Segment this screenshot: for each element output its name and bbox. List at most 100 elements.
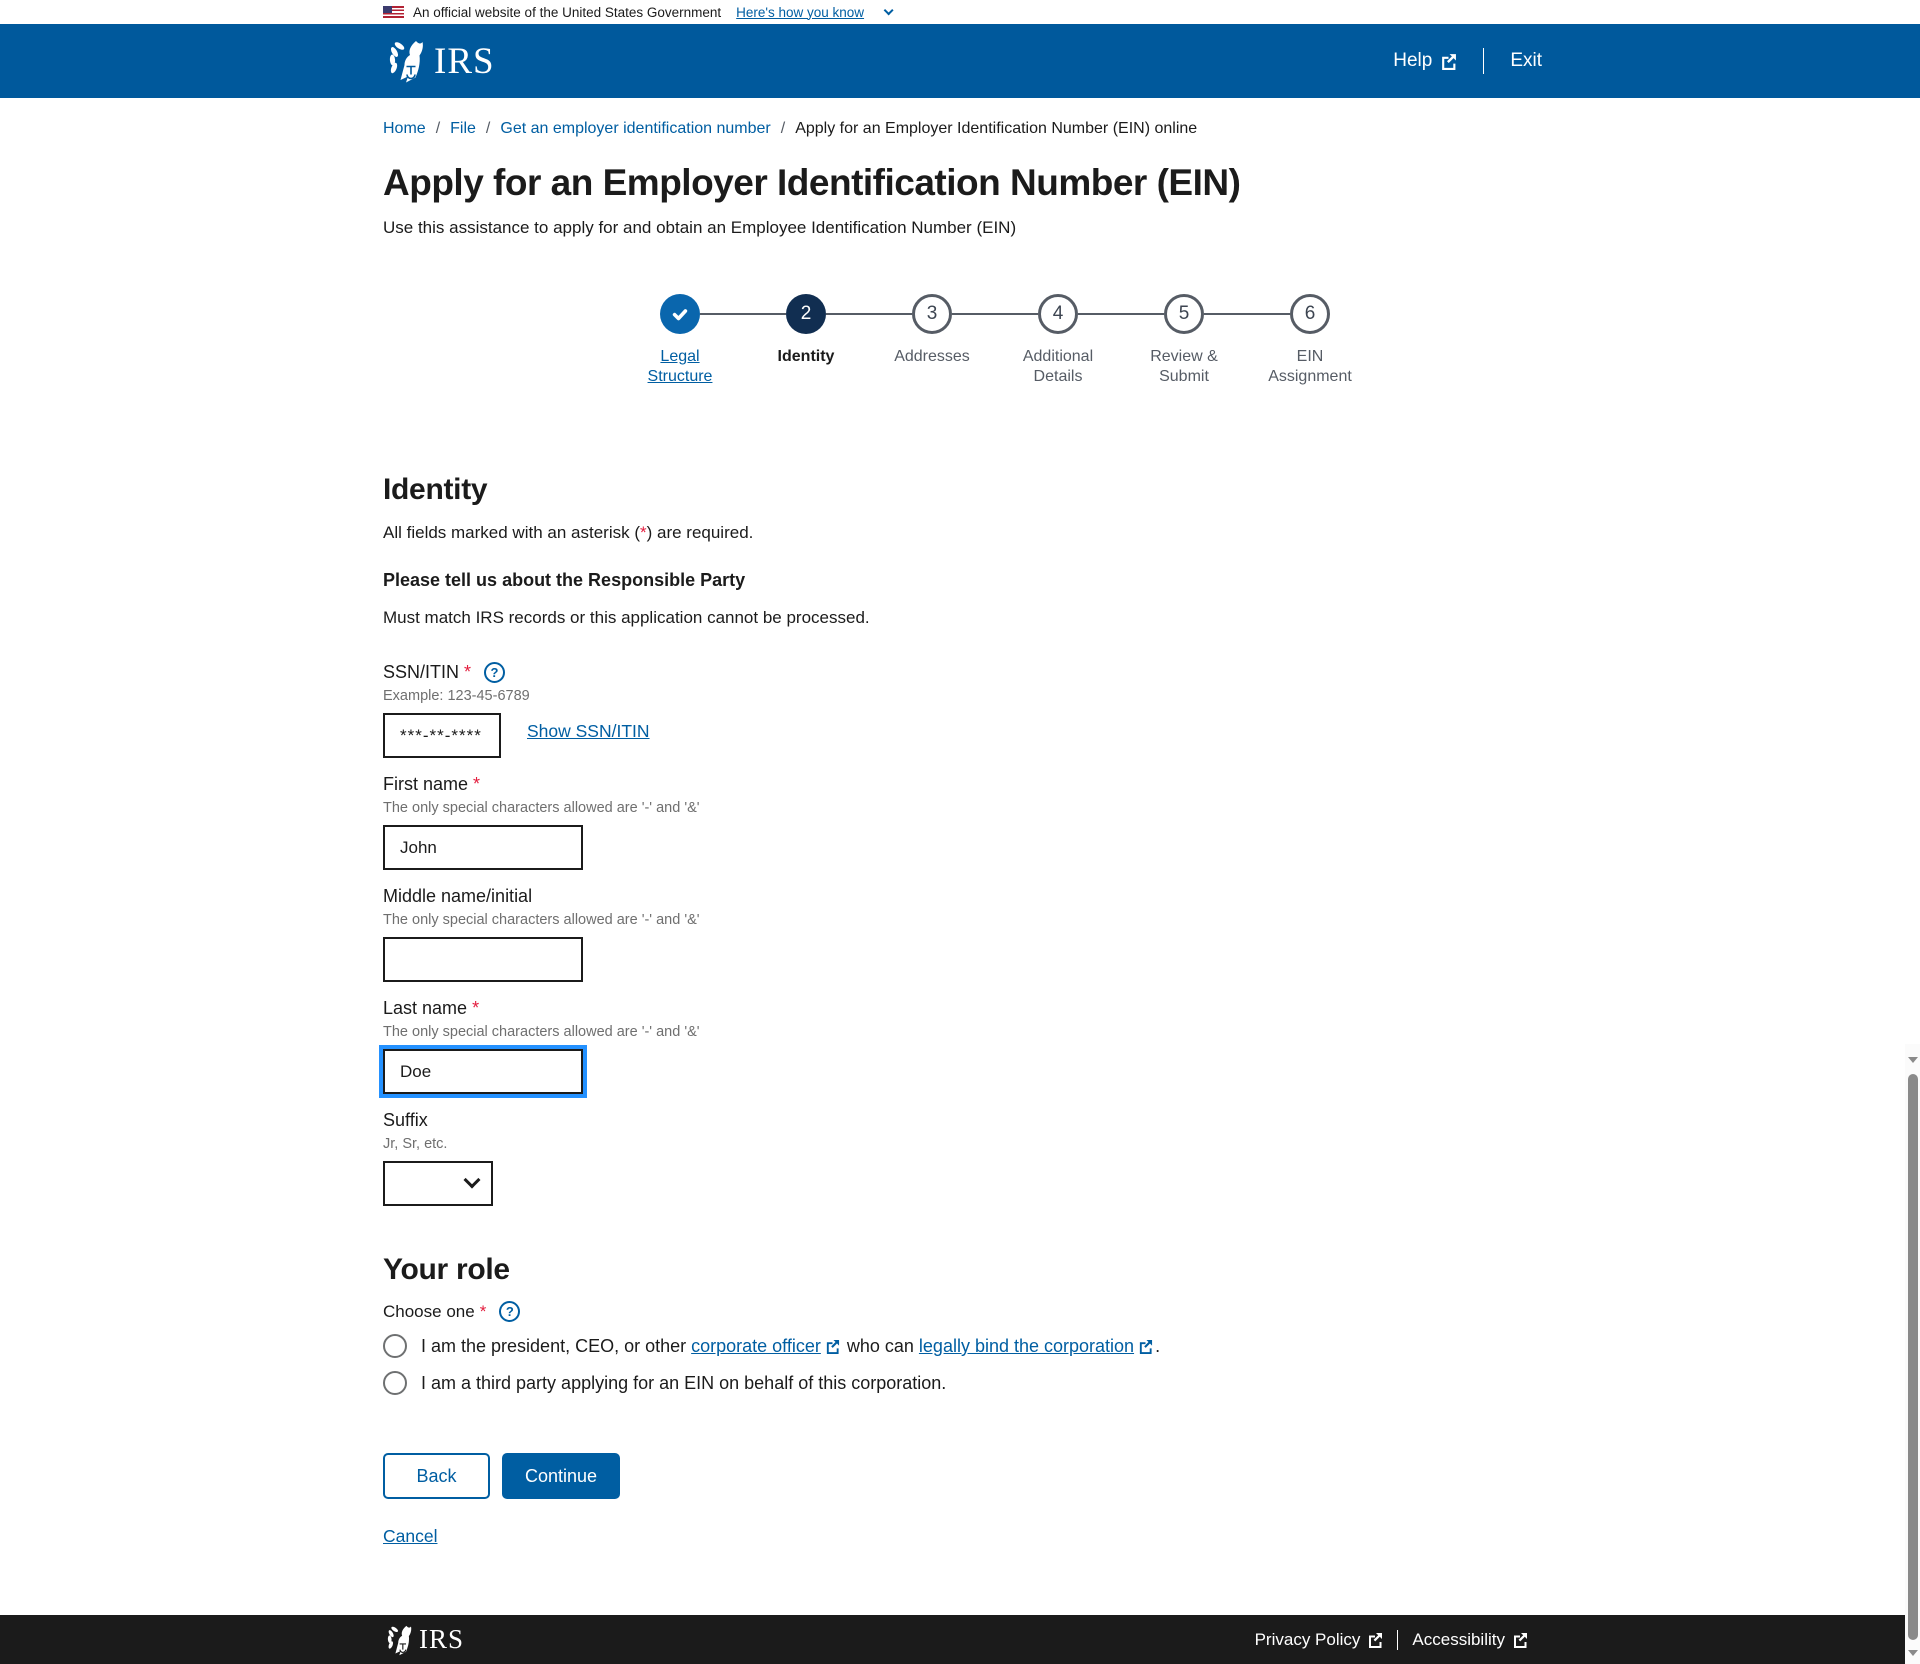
step-circle: 5 xyxy=(1164,294,1204,334)
choose-one-help-icon[interactable]: ? xyxy=(499,1301,520,1322)
step-review-submit-label: Review & Submit xyxy=(1132,347,1236,387)
role-option-officer: I am the president, CEO, or other corpor… xyxy=(383,1333,1920,1359)
step-legal-structure: Legal Structure xyxy=(617,294,743,387)
step-circle: 4 xyxy=(1038,294,1078,334)
required-note-pre: All fields marked with an asterisk ( xyxy=(383,523,640,542)
option1-mid: who can xyxy=(842,1336,919,1356)
option1-pre: I am the president, CEO, or other xyxy=(421,1336,691,1356)
ssn-label: SSN/ITIN xyxy=(383,662,459,683)
middle-name-label: Middle name/initial xyxy=(383,886,532,907)
suffix-hint: Jr, Sr, etc. xyxy=(383,1136,1920,1152)
first-name-input[interactable] xyxy=(383,825,583,870)
your-role-heading: Your role xyxy=(383,1253,1920,1287)
scrollbar-arrow-icon[interactable] xyxy=(1908,1057,1918,1063)
gov-banner: An official website of the United States… xyxy=(0,0,1920,24)
asterisk: * xyxy=(640,523,647,542)
role-option-third-party-text: I am a third party applying for an EIN o… xyxy=(421,1370,946,1396)
middle-name-field-group: Middle name/initial The only special cha… xyxy=(383,886,1920,982)
breadcrumb-get-ein[interactable]: Get an employer identification number xyxy=(500,120,770,138)
ssn-help-icon[interactable]: ? xyxy=(484,662,505,683)
step-legal-structure-link[interactable]: Legal Structure xyxy=(648,348,713,385)
required-asterisk: * xyxy=(464,662,471,683)
us-flag-icon xyxy=(383,6,404,18)
step-identity-label: Identity xyxy=(754,347,858,367)
first-name-hint: The only special characters allowed are … xyxy=(383,800,1920,816)
breadcrumb: Home / File / Get an employer identifica… xyxy=(383,98,1920,138)
footer-irs-logo-text: IRS xyxy=(419,1624,464,1655)
show-ssn-link[interactable]: Show SSN/ITIN xyxy=(527,721,650,742)
breadcrumb-separator: / xyxy=(781,120,785,138)
required-asterisk: * xyxy=(480,1302,487,1322)
gov-banner-text: An official website of the United States… xyxy=(413,5,721,20)
choose-one-label: Choose one xyxy=(383,1302,475,1322)
privacy-policy-label: Privacy Policy xyxy=(1255,1630,1361,1650)
external-link-icon xyxy=(1440,53,1457,70)
breadcrumb-separator: / xyxy=(436,120,440,138)
breadcrumb-file[interactable]: File xyxy=(450,120,476,138)
external-link-icon xyxy=(1512,1632,1528,1648)
footer-divider xyxy=(1397,1630,1398,1650)
irs-logo-text: IRS xyxy=(434,40,495,83)
last-name-input[interactable] xyxy=(383,1049,583,1094)
middle-name-input[interactable] xyxy=(383,937,583,982)
accessibility-link[interactable]: Accessibility xyxy=(1412,1630,1528,1650)
step-active-circle: 2 xyxy=(786,294,826,334)
radio-button-third-party[interactable] xyxy=(383,1371,407,1395)
page-title: Apply for an Employer Identification Num… xyxy=(383,162,1920,204)
help-link[interactable]: Help xyxy=(1393,50,1457,72)
checkmark-icon xyxy=(668,302,692,326)
step-addresses-label: Addresses xyxy=(880,347,984,367)
scrollbar-thumb[interactable] xyxy=(1908,1074,1918,1640)
ssn-input[interactable] xyxy=(383,713,501,758)
cancel-link[interactable]: Cancel xyxy=(383,1526,437,1546)
radio-button-officer[interactable] xyxy=(383,1334,407,1358)
choose-one-row: Choose one * ? xyxy=(383,1301,1920,1322)
external-link-icon xyxy=(1138,1339,1153,1354)
continue-button[interactable]: Continue xyxy=(502,1453,620,1499)
irs-eagle-emblem-icon xyxy=(383,37,431,85)
scrollbar xyxy=(1905,0,1920,1664)
breadcrumb-current: Apply for an Employer Identification Num… xyxy=(795,120,1197,138)
last-name-hint: The only special characters allowed are … xyxy=(383,1024,1920,1040)
required-asterisk: * xyxy=(472,998,479,1019)
heres-how-you-know-link[interactable]: Here's how you know xyxy=(736,5,864,20)
exit-label: Exit xyxy=(1510,50,1542,72)
required-asterisk: * xyxy=(473,774,480,795)
page-subtitle: Use this assistance to apply for and obt… xyxy=(383,218,1920,238)
required-note: All fields marked with an asterisk (*) a… xyxy=(383,523,1920,543)
exit-link[interactable]: Exit xyxy=(1510,50,1542,72)
suffix-label: Suffix xyxy=(383,1110,428,1131)
legally-bind-link[interactable]: legally bind the corporation xyxy=(919,1336,1134,1356)
step-review-submit: 5 Review & Submit xyxy=(1121,294,1247,387)
required-note-post: ) are required. xyxy=(647,523,754,542)
header-divider xyxy=(1483,48,1484,74)
breadcrumb-home[interactable]: Home xyxy=(383,120,426,138)
chevron-down-icon xyxy=(884,5,894,15)
corporate-officer-link[interactable]: corporate officer xyxy=(691,1336,821,1356)
role-option-officer-text: I am the president, CEO, or other corpor… xyxy=(421,1333,1160,1359)
accessibility-label: Accessibility xyxy=(1412,1630,1505,1650)
identity-heading: Identity xyxy=(383,473,1920,507)
step-additional-details-label: Additional Details xyxy=(1006,347,1110,387)
scrollbar-arrow-icon[interactable] xyxy=(1908,1650,1918,1656)
ssn-field-group: SSN/ITIN * ? Example: 123-45-6789 Show S… xyxy=(383,662,1920,758)
suffix-field-group: Suffix Jr, Sr, etc. xyxy=(383,1110,1920,1206)
step-circle: 6 xyxy=(1290,294,1330,334)
progress-stepper: Legal Structure 2 Identity 3 Addresses 4… xyxy=(617,294,1920,387)
step-ein-assignment: 6 EIN Assignment xyxy=(1247,294,1373,387)
irs-logo[interactable]: IRS xyxy=(383,37,495,85)
responsible-party-note: Must match IRS records or this applicati… xyxy=(383,608,1920,628)
first-name-field-group: First name * The only special characters… xyxy=(383,774,1920,870)
last-name-field-group: Last name * The only special characters … xyxy=(383,998,1920,1094)
back-button[interactable]: Back xyxy=(383,1453,490,1499)
main-content: Home / File / Get an employer identifica… xyxy=(0,98,1920,1547)
privacy-policy-link[interactable]: Privacy Policy xyxy=(1255,1630,1384,1650)
last-name-label: Last name xyxy=(383,998,467,1019)
suffix-select[interactable] xyxy=(383,1161,493,1206)
responsible-party-heading: Please tell us about the Responsible Par… xyxy=(383,570,1920,591)
site-footer: IRS Privacy Policy Accessibility xyxy=(0,1615,1920,1664)
step-circle: 3 xyxy=(912,294,952,334)
irs-eagle-emblem-icon xyxy=(383,1623,417,1657)
footer-irs-logo[interactable]: IRS xyxy=(383,1623,464,1657)
role-option-third-party: I am a third party applying for an EIN o… xyxy=(383,1370,1920,1396)
